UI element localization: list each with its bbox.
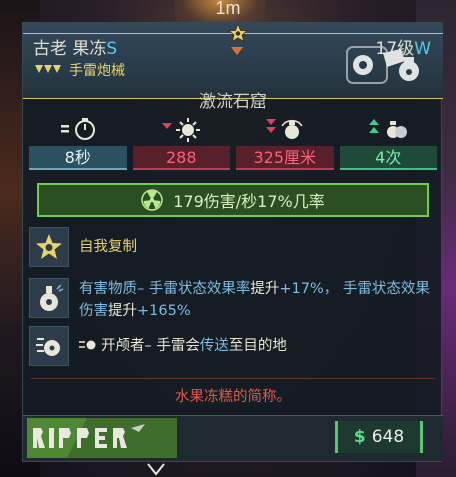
stat-radius: 325厘米: [236, 115, 334, 170]
grenade-mod-icon: [346, 46, 419, 84]
price-box: $ 648: [335, 421, 423, 453]
perk-segment: 至目的地: [228, 338, 287, 354]
star-badge-icon: [36, 234, 62, 259]
item-header: 古老 果冻S 17级W 手雷炮械 激流石窟: [23, 23, 443, 112]
stat-damage-value: 288: [132, 146, 230, 170]
stat-radius-value: 325厘米: [236, 146, 334, 170]
category-label: 手雷炮械: [69, 63, 125, 79]
stat-radius-icon-row: [236, 115, 334, 143]
item-subtitle: 激流石窟: [199, 92, 267, 112]
stat-grenade-count-value: 4次: [339, 146, 437, 170]
stat-fuse-time-value: 8秒: [29, 146, 127, 170]
element-effect-text: 179伤害/秒17%几率: [173, 192, 325, 211]
perk-segment: 传送: [199, 338, 229, 354]
ripper-logo: [27, 418, 177, 458]
item-rank: S: [106, 39, 118, 59]
stat-grenade-count-icon-row: [340, 115, 438, 143]
rarity-star-icon: [228, 23, 248, 43]
perk-skull-cracker: 开颅者– 手雷会传送至目的地: [29, 326, 437, 366]
grenade-teleport-icon: [36, 338, 60, 356]
damage-icon: [162, 118, 201, 142]
perk-skull-cracker-text: 开颅者– 手雷会传送至目的地: [79, 326, 287, 357]
perk-icon-box: [29, 278, 69, 318]
price-value: 648: [371, 427, 405, 447]
perk-segment: +165%: [137, 303, 191, 319]
stat-grenade-count: 4次: [339, 115, 438, 170]
item-category: 手雷炮械: [35, 60, 125, 80]
perk-hazardous-material-text: 有害物质– 手雷状态效果率提升+17%， 手雷状态效果伤害提升+165%: [79, 278, 437, 322]
chevron-down-icon: [147, 463, 165, 476]
stat-fuse-time: 8秒: [29, 115, 127, 170]
currency-icon: $: [353, 427, 366, 447]
perk-segment: 自我复制: [79, 239, 137, 255]
perk-icon-box: [29, 326, 69, 366]
perk-icon-box: [29, 227, 69, 267]
divider: [31, 378, 435, 379]
flavor-text: 水果冻糕的简称。: [175, 389, 291, 405]
hazard-flask-icon: [40, 284, 64, 311]
perk-segment: 开颅者– 手雷会: [101, 338, 200, 354]
perk-hazardous-material: 有害物质– 手雷状态效果率提升+17%， 手雷状态效果伤害提升+165%: [29, 278, 437, 322]
timer-icon: [60, 118, 95, 140]
stat-damage-icon-row: [133, 115, 231, 143]
item-card: 古老 果冻S 17级W 手雷炮械 激流石窟 8秒 288 325厘米 4次 17…: [22, 22, 443, 462]
perk-self-replicate-text: 自我复制: [79, 227, 137, 258]
perk-segment: 有害物质– 手雷状态效果率: [79, 281, 251, 297]
element-effect-bar: 179伤害/秒17%几率: [37, 183, 429, 217]
teleport-mini-icon: [79, 340, 96, 350]
radiation-icon: [141, 189, 163, 211]
item-name-text: 古老 果冻: [33, 39, 107, 59]
item-footer: $ 648: [23, 415, 443, 461]
perk-segment: 提升: [108, 303, 137, 319]
perk-segment: 提升: [250, 281, 280, 297]
stat-damage: 288: [132, 115, 231, 170]
radius-icon: [265, 119, 303, 139]
perk-self-replicate: 自我复制: [29, 227, 437, 267]
stat-fuse-time-icon-row: [29, 115, 127, 143]
grenade-count-icon: [369, 119, 408, 138]
item-name: 古老 果冻S: [33, 34, 117, 59]
distance-readout: 1m: [215, 0, 241, 18]
chevron-down-icon: [231, 47, 243, 55]
stats-row: 8秒 288 325厘米 4次: [29, 115, 437, 170]
category-chevrons-icon: [35, 65, 61, 73]
